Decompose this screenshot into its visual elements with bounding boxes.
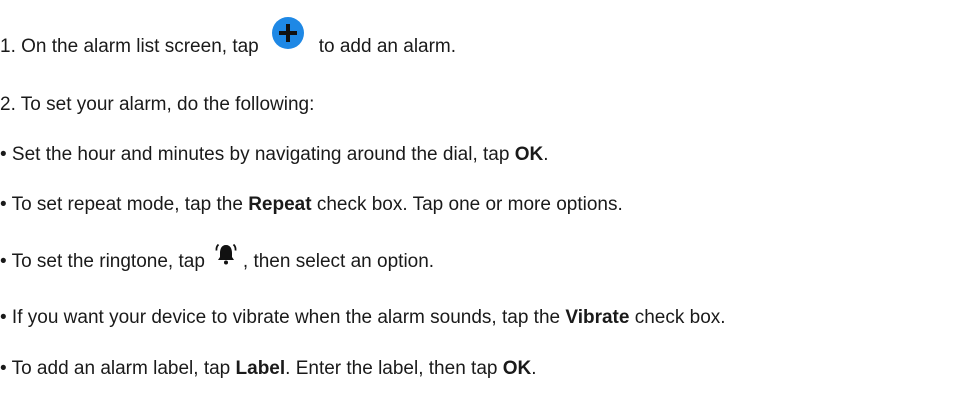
step-2-text: 2. To set your alarm, do the following: <box>0 94 315 115</box>
step-1-text-before: 1. On the alarm list screen, tap <box>0 36 259 58</box>
ok-label: OK <box>502 358 532 379</box>
bullet-label: • To add an alarm label, tap Label. Ente… <box>0 357 537 381</box>
bullet-text: . <box>531 358 537 379</box>
step-1: 1. On the alarm list screen, tap to add a… <box>0 17 457 64</box>
add-circle-icon <box>271 16 305 50</box>
bullet-text: , then select an option. <box>242 251 435 273</box>
bullet-text: • To add an alarm label, tap <box>0 358 236 379</box>
bullet-ringtone: • To set the ringtone, tap , then select … <box>0 243 435 274</box>
vibrate-label: Vibrate <box>565 307 630 328</box>
bullet-text: check box. <box>629 307 726 328</box>
bullet-text: • To set repeat mode, tap the <box>0 194 249 215</box>
bullet-vibrate: • If you want your device to vibrate whe… <box>0 306 726 330</box>
label-label: Label <box>235 358 286 379</box>
bullet-text: • If you want your device to vibrate whe… <box>0 307 566 328</box>
bullet-set-time: • Set the hour and minutes by navigating… <box>0 143 549 167</box>
bullet-repeat: • To set repeat mode, tap the Repeat che… <box>0 193 623 217</box>
bullet-text: • Set the hour and minutes by navigating… <box>0 144 515 165</box>
step-1-text-after: to add an alarm. <box>318 36 457 58</box>
bullet-text: check box. Tap one or more options. <box>311 194 623 215</box>
bullet-text: • To set the ringtone, tap <box>0 251 205 273</box>
repeat-label: Repeat <box>248 194 312 215</box>
bullet-text: . <box>543 144 549 165</box>
bullet-text: . Enter the label, then tap <box>285 358 503 379</box>
step-2: 2. To set your alarm, do the following: <box>0 93 314 117</box>
ok-label: OK <box>514 144 544 165</box>
alarm-bell-icon <box>215 242 237 266</box>
